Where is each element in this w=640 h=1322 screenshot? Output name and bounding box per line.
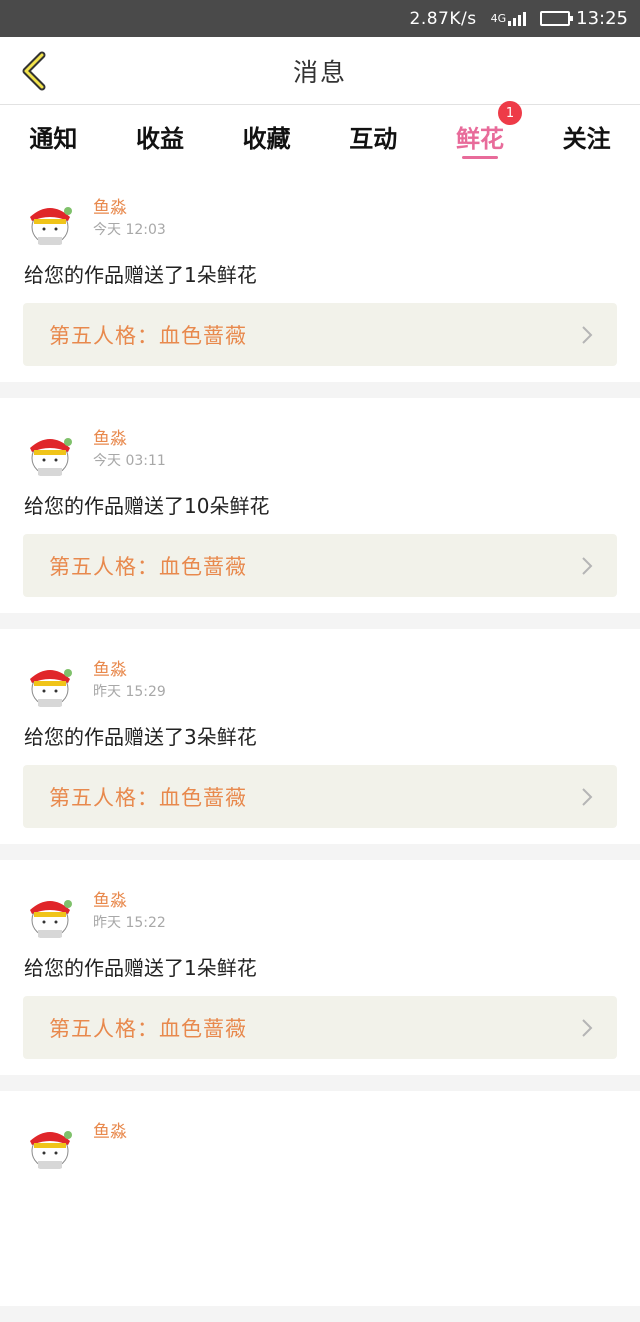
tab-follows[interactable]: 关注 bbox=[559, 105, 615, 167]
message-text: 给您的作品赠送了1朵鲜花 bbox=[24, 956, 257, 980]
network-speed: 2.87K/s bbox=[409, 8, 477, 29]
work-link[interactable]: 第五人格：血色蔷薇 bbox=[23, 534, 617, 597]
avatar[interactable] bbox=[24, 888, 76, 940]
avatar-image bbox=[30, 1131, 72, 1169]
tab-interactions[interactable]: 互动 bbox=[345, 105, 401, 167]
work-title: 第五人格：血色蔷薇 bbox=[49, 1016, 247, 1041]
app-header: 消息 bbox=[0, 37, 640, 105]
sender-name[interactable]: 鱼淼 bbox=[93, 886, 127, 911]
message-card: 鱼淼 今天 03:11 给您的作品赠送了10朵鲜花 第五人格：血色蔷薇 bbox=[0, 398, 640, 613]
avatar[interactable] bbox=[24, 195, 76, 247]
chevron-right-icon bbox=[582, 557, 593, 575]
avatar-image bbox=[30, 669, 72, 707]
tab-notifications[interactable]: 通知 bbox=[25, 105, 81, 167]
tab-earnings[interactable]: 收益 bbox=[132, 105, 188, 167]
chevron-right-icon bbox=[582, 788, 593, 806]
message-text: 给您的作品赠送了10朵鲜花 bbox=[24, 494, 270, 518]
message-card: 鱼淼 昨天 15:29 给您的作品赠送了3朵鲜花 第五人格：血色蔷薇 bbox=[0, 629, 640, 844]
work-title: 第五人格：血色蔷薇 bbox=[49, 554, 247, 579]
sender-name[interactable]: 鱼淼 bbox=[93, 1117, 127, 1142]
sender-name[interactable]: 鱼淼 bbox=[93, 424, 127, 449]
work-title: 第五人格：血色蔷薇 bbox=[49, 785, 247, 810]
back-button[interactable] bbox=[14, 51, 54, 91]
sender-name[interactable]: 鱼淼 bbox=[93, 655, 127, 680]
tab-bar: 通知 收益 收藏 互动 鲜花 1 关注 bbox=[0, 101, 640, 167]
avatar-image bbox=[30, 438, 72, 476]
avatar-image bbox=[30, 900, 72, 938]
signal-icon bbox=[508, 11, 527, 26]
message-time: 昨天 15:22 bbox=[93, 915, 166, 931]
work-link[interactable]: 第五人格：血色蔷薇 bbox=[23, 303, 617, 366]
status-bar: 2.87K/s 4G 13:25 bbox=[0, 0, 640, 37]
network-type: 4G bbox=[490, 12, 507, 25]
work-link[interactable]: 第五人格：血色蔷薇 bbox=[23, 765, 617, 828]
battery-icon bbox=[540, 11, 574, 26]
message-time: 昨天 15:29 bbox=[93, 684, 166, 700]
unread-badge: 1 bbox=[497, 101, 522, 125]
work-title: 第五人格：血色蔷薇 bbox=[49, 323, 247, 348]
tab-flowers[interactable]: 鲜花 1 bbox=[452, 101, 522, 167]
sender-name[interactable]: 鱼淼 bbox=[93, 193, 127, 218]
avatar[interactable] bbox=[24, 657, 76, 709]
avatar[interactable] bbox=[24, 426, 76, 478]
chevron-right-icon bbox=[582, 1019, 593, 1037]
message-time: 今天 03:11 bbox=[93, 453, 166, 469]
status-time: 13:25 bbox=[576, 8, 628, 29]
avatar[interactable] bbox=[24, 1119, 76, 1171]
message-text: 给您的作品赠送了3朵鲜花 bbox=[24, 725, 257, 749]
tab-favorites[interactable]: 收藏 bbox=[239, 105, 295, 167]
message-time: 今天 12:03 bbox=[93, 222, 166, 238]
chevron-left-icon bbox=[22, 51, 46, 91]
message-card: 鱼淼 今天 12:03 给您的作品赠送了1朵鲜花 第五人格：血色蔷薇 bbox=[0, 167, 640, 382]
chevron-right-icon bbox=[582, 326, 593, 344]
message-text: 给您的作品赠送了1朵鲜花 bbox=[24, 263, 257, 287]
message-card: 鱼淼 昨天 15:22 给您的作品赠送了1朵鲜花 第五人格：血色蔷薇 bbox=[0, 860, 640, 1075]
message-list: 鱼淼 今天 12:03 给您的作品赠送了1朵鲜花 第五人格：血色蔷薇 鱼淼 今天… bbox=[0, 167, 640, 1322]
avatar-image bbox=[30, 207, 72, 245]
work-link[interactable]: 第五人格：血色蔷薇 bbox=[23, 996, 617, 1059]
page-title: 消息 bbox=[292, 57, 347, 87]
message-card: 鱼淼 bbox=[0, 1091, 640, 1306]
